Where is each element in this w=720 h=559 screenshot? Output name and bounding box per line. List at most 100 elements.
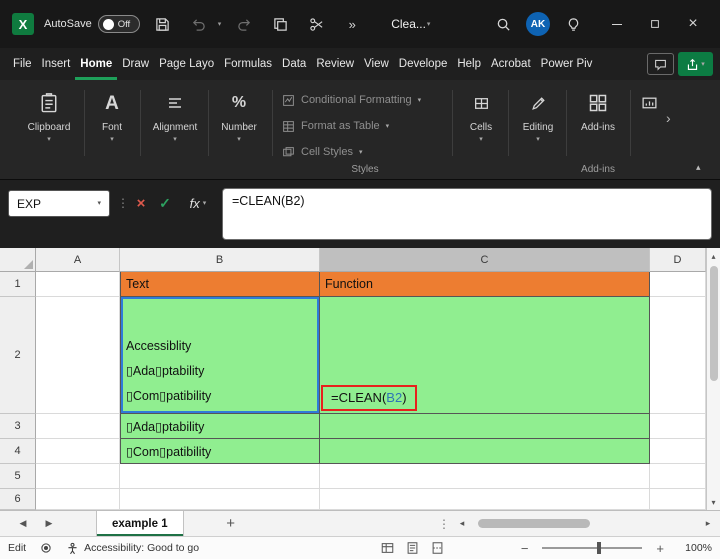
select-all-corner[interactable]: [0, 248, 36, 272]
cell-D3[interactable]: [650, 414, 706, 439]
sheet-nav-left-button[interactable]: ◀: [10, 511, 36, 536]
tab-formulas[interactable]: Formulas: [219, 48, 277, 80]
scroll-left-icon[interactable]: ◂: [454, 518, 470, 529]
tell-me-button[interactable]: [560, 11, 586, 37]
cell-styles-button[interactable]: Cell Styles ▾: [282, 140, 448, 164]
font-group-button[interactable]: A Font ▾: [90, 87, 134, 171]
row-header-2[interactable]: 2: [0, 297, 36, 414]
cell-B5[interactable]: [120, 464, 320, 489]
ribbon-scroll-right-button[interactable]: ›: [666, 110, 671, 126]
zoom-slider-thumb[interactable]: [597, 542, 602, 554]
zoom-slider[interactable]: [542, 542, 643, 554]
cell-D6[interactable]: [650, 489, 706, 510]
save-button[interactable]: [150, 11, 176, 37]
cell-A3[interactable]: [36, 414, 120, 439]
cell-A5[interactable]: [36, 464, 120, 489]
scroll-right-icon[interactable]: ▸: [700, 518, 716, 529]
redo-button[interactable]: [231, 11, 257, 37]
zoom-level[interactable]: 100%: [678, 542, 712, 554]
name-box[interactable]: EXP ▾: [8, 190, 110, 217]
page-break-view-icon[interactable]: [430, 541, 445, 555]
normal-view-icon[interactable]: [380, 541, 395, 555]
cell-D5[interactable]: [650, 464, 706, 489]
cell-A2[interactable]: [36, 297, 120, 414]
zoom-in-button[interactable]: +: [656, 541, 664, 556]
cells-group-button[interactable]: Cells ▾: [458, 87, 504, 171]
insert-function-button[interactable]: fx ▾: [180, 190, 216, 216]
column-header-B[interactable]: B: [120, 248, 320, 272]
tab-review[interactable]: Review: [311, 48, 359, 80]
maximize-button[interactable]: [640, 9, 670, 39]
vertical-scrollbar[interactable]: ▴ ▾: [706, 248, 720, 510]
cancel-button[interactable]: ×: [130, 190, 152, 216]
horizontal-scroll-thumb[interactable]: [478, 519, 590, 528]
cell-B6[interactable]: [120, 489, 320, 510]
column-header-D[interactable]: D: [650, 248, 706, 272]
share-button[interactable]: ▾: [678, 52, 713, 76]
cell-B2[interactable]: Accessiblity ▯Ada▯ptability ▯Com▯patibil…: [120, 297, 320, 414]
formula-bar-handle[interactable]: ⋮: [117, 196, 129, 210]
autosave-control[interactable]: AutoSave Off: [44, 15, 140, 33]
enter-button[interactable]: ✓: [154, 190, 176, 216]
tab-home[interactable]: Home: [75, 48, 117, 80]
cell-C4[interactable]: [320, 439, 650, 464]
cell-A1[interactable]: [36, 272, 120, 297]
zoom-out-button[interactable]: −: [521, 541, 529, 556]
tab-insert[interactable]: Insert: [37, 48, 76, 80]
cell-B3[interactable]: ▯Ada▯ptability: [120, 414, 320, 439]
clipboard-group-button[interactable]: Clipboard ▾: [22, 87, 76, 171]
sheet-nav-right-button[interactable]: ▶: [36, 511, 62, 536]
tab-power-pivot[interactable]: Power Piv: [536, 48, 598, 80]
undo-button[interactable]: [186, 11, 212, 37]
cell-B4[interactable]: ▯Com▯patibility: [120, 439, 320, 464]
macro-record-button[interactable]: [40, 542, 52, 554]
tab-help[interactable]: Help: [452, 48, 486, 80]
cell-C6[interactable]: [320, 489, 650, 510]
tab-draw[interactable]: Draw: [117, 48, 154, 80]
toolbar-overflow-button[interactable]: »: [339, 11, 365, 37]
tab-data[interactable]: Data: [277, 48, 311, 80]
row-header-4[interactable]: 4: [0, 439, 36, 464]
scroll-up-icon[interactable]: ▴: [707, 248, 720, 264]
close-button[interactable]: ×: [678, 9, 708, 39]
autosave-toggle[interactable]: Off: [97, 15, 140, 33]
accessibility-status[interactable]: Accessibility: Good to go: [66, 542, 199, 555]
row-header-5[interactable]: 5: [0, 464, 36, 489]
addins-button[interactable]: Add-ins: [572, 87, 624, 171]
row-header-3[interactable]: 3: [0, 414, 36, 439]
page-layout-view-icon[interactable]: [405, 541, 420, 555]
comments-button[interactable]: [647, 53, 674, 75]
column-header-A[interactable]: A: [36, 248, 120, 272]
minimize-button[interactable]: [602, 9, 632, 39]
cell-C2[interactable]: =CLEAN(B2): [320, 297, 650, 414]
number-group-button[interactable]: % Number ▾: [214, 87, 264, 171]
cell-A4[interactable]: [36, 439, 120, 464]
scroll-down-icon[interactable]: ▾: [707, 494, 720, 510]
cut-button[interactable]: [303, 11, 329, 37]
alignment-group-button[interactable]: Alignment ▾: [146, 87, 204, 171]
cell-C3[interactable]: [320, 414, 650, 439]
conditional-formatting-button[interactable]: Conditional Formatting ▾: [282, 88, 448, 112]
row-header-6[interactable]: 6: [0, 489, 36, 510]
collapse-ribbon-button[interactable]: ▴: [696, 162, 701, 173]
cell-A6[interactable]: [36, 489, 120, 510]
cell-C1[interactable]: Function: [320, 272, 650, 297]
column-header-C[interactable]: C: [320, 248, 650, 272]
horizontal-scroll-track[interactable]: [470, 517, 700, 531]
tab-developer[interactable]: Develope: [394, 48, 453, 80]
vertical-scroll-thumb[interactable]: [710, 266, 718, 381]
tab-file[interactable]: File: [8, 48, 37, 80]
cell-B1[interactable]: Text: [120, 272, 320, 297]
add-sheet-button[interactable]: +: [214, 511, 248, 536]
document-title[interactable]: Clea... ▾: [391, 17, 430, 31]
cell-D1[interactable]: [650, 272, 706, 297]
editing-group-button[interactable]: Editing ▾: [514, 87, 562, 171]
cell-C5[interactable]: [320, 464, 650, 489]
undo-caret-icon[interactable]: ▾: [218, 20, 222, 28]
tab-page-layout[interactable]: Page Layo: [154, 48, 219, 80]
sheetbar-divider-handle[interactable]: ⋮: [434, 511, 454, 536]
account-avatar[interactable]: AK: [526, 12, 550, 36]
tab-acrobat[interactable]: Acrobat: [486, 48, 536, 80]
tab-view[interactable]: View: [359, 48, 394, 80]
cell-D2[interactable]: [650, 297, 706, 414]
